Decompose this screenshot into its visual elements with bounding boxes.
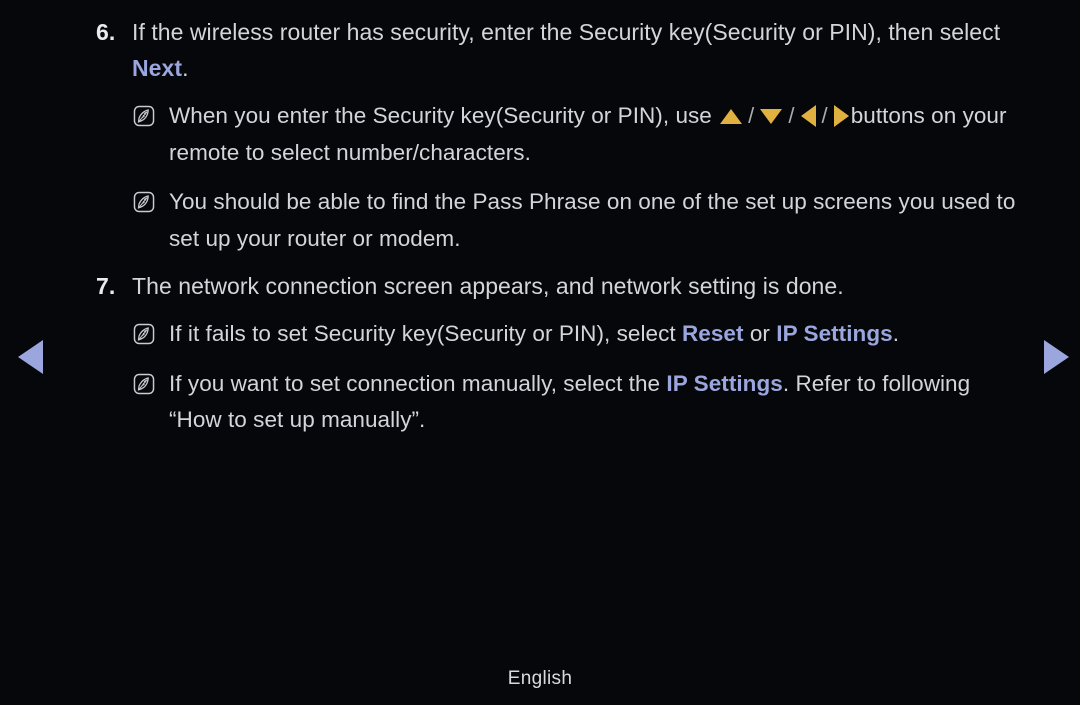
arrow-separator: / [788,103,795,128]
arrow-separator: / [821,103,828,128]
note-item-4: If you want to set connection manually, … [0,366,1080,439]
language-label: English [507,668,573,689]
chevron-right-icon [1044,340,1069,374]
step-text-after: . [182,55,189,81]
note-feather-icon [133,323,155,345]
manual-content: 6. If the wireless router has security, … [0,0,1080,439]
note-item-2: You should be able to find the Pass Phra… [0,184,1080,257]
keyword-ip-settings[interactable]: IP Settings [776,321,892,346]
chevron-left-icon [18,340,43,374]
keyword-reset[interactable]: Reset [682,321,744,346]
note-feather-icon [133,373,155,395]
step-number: 6. [96,19,116,45]
keyword-ip-settings[interactable]: IP Settings [666,371,782,396]
arrow-separator: / [748,103,755,128]
note-text: You should be able to find the Pass Phra… [169,189,1016,251]
note-text: If it fails to set Security key(Security… [169,316,1020,353]
note-text-before: If it fails to set Security key(Security… [169,321,682,346]
arrow-down-icon [760,108,783,124]
keyword-next[interactable]: Next [132,55,182,81]
note-text-before: When you enter the Security key(Security… [169,103,719,128]
step-item-7: 7. The network connection screen appears… [0,268,1080,304]
note-text-before: If you want to set connection manually, … [169,370,667,396]
note-text-middle: or [743,321,777,346]
note-text: When you enter the Security key(Security… [169,98,1020,171]
note-item-3: If it fails to set Security key(Security… [0,316,1080,353]
note-feather-icon [133,191,155,213]
step-item-6: 6. If the wireless router has security, … [0,14,1080,86]
step-text: If the wireless router has security, ent… [132,14,1020,86]
step-text: The network connection screen appears, a… [132,273,844,299]
note-text: If you want to set connection manually, … [169,366,1020,439]
note-item-1: When you enter the Security key(Security… [0,98,1080,171]
previous-page-button[interactable] [14,334,54,374]
emanual-page: 6. If the wireless router has security, … [0,0,1080,705]
note-feather-icon [133,105,155,127]
step-text-before: If the wireless router has security, ent… [132,19,1001,45]
arrow-right-icon [833,105,849,128]
note-text-after: . [892,321,899,346]
next-page-button[interactable] [1036,334,1076,374]
step-number: 7. [96,273,116,299]
arrow-left-icon [800,105,816,128]
arrow-up-icon [720,108,743,124]
